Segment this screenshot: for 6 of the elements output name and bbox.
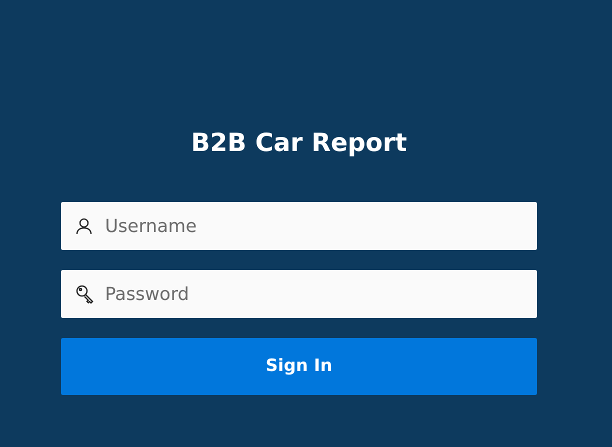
key-icon xyxy=(75,284,95,304)
username-field[interactable]: Username xyxy=(61,202,537,250)
app-title: B2B Car Report xyxy=(190,127,408,159)
sign-in-button[interactable]: Sign In xyxy=(61,338,537,395)
user-icon xyxy=(75,217,93,235)
password-field[interactable]: Password xyxy=(61,270,537,318)
